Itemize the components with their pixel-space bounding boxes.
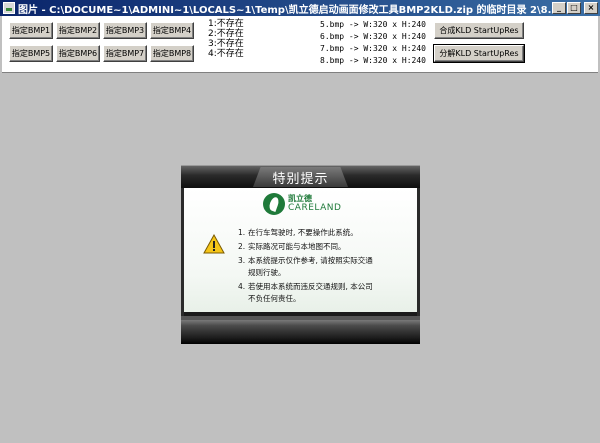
- bmp-status-list: 1:不存在 2:不存在 3:不存在 4:不存在: [208, 19, 244, 59]
- tip-item: 1. 在行车驾驶时, 不要操作此系统。: [238, 228, 358, 237]
- minimize-button[interactable]: _: [552, 2, 566, 14]
- select-bmp3-button[interactable]: 指定BMP3: [103, 22, 147, 39]
- select-bmp5-button[interactable]: 指定BMP5: [9, 45, 53, 62]
- logo-english-text: CARELAND: [288, 203, 342, 213]
- bmp-size-list: 5.bmp -> W:320 x H:240 6.bmp -> W:320 x …: [320, 19, 426, 67]
- window-title: 图片 - C:\DOCUME~1\ADMINI~1\LOCALS~1\Temp\…: [18, 4, 551, 16]
- toolbar-panel: 指定BMP1 指定BMP2 指定BMP3 指定BMP4 指定BMP5 指定BMP…: [2, 16, 598, 73]
- tip-item: 3. 本系统提示仅作参考, 请按照实际交通 规则行驶。: [238, 256, 373, 277]
- warning-icon: [203, 234, 225, 254]
- splash-header: 特别提示: [181, 165, 420, 188]
- bmp-size-6: 6.bmp -> W:320 x H:240: [320, 32, 426, 41]
- split-kld-button[interactable]: 分解KLD StartUpRes: [433, 44, 525, 63]
- maximize-button[interactable]: □: [567, 2, 581, 14]
- bmp-status-4: 4:不存在: [208, 49, 244, 59]
- bmp-status-3: 3:不存在: [208, 39, 244, 49]
- bmp-status-1: 1:不存在: [208, 19, 244, 29]
- splash-right-edge: [417, 188, 420, 316]
- bmp-status-2: 2:不存在: [208, 29, 244, 39]
- splash-title: 特别提示: [272, 172, 329, 187]
- careland-logo: 凯立德 CARELAND: [263, 193, 343, 215]
- tip-item: 2. 实际路况可能与本地图不同。: [238, 242, 346, 251]
- window-controls: _ □ ×: [551, 2, 598, 14]
- bmp-size-7: 7.bmp -> W:320 x H:240: [320, 44, 426, 53]
- select-bmp7-button[interactable]: 指定BMP7: [103, 45, 147, 62]
- select-bmp2-button[interactable]: 指定BMP2: [56, 22, 100, 39]
- title-bar[interactable]: 图片 - C:\DOCUME~1\ADMINI~1\LOCALS~1\Temp\…: [0, 0, 600, 16]
- bmp-size-8: 8.bmp -> W:320 x H:240: [320, 56, 426, 65]
- merge-kld-button[interactable]: 合成KLD StartUpRes: [434, 22, 524, 39]
- splash-image: 特别提示 凯立德 CARELAND 1. 在行车驾驶时, 不要操作此系统。 2. 实…: [181, 165, 420, 344]
- select-bmp6-button[interactable]: 指定BMP6: [56, 45, 100, 62]
- select-bmp1-button[interactable]: 指定BMP1: [9, 22, 53, 39]
- close-button[interactable]: ×: [584, 2, 598, 14]
- splash-footer: [181, 316, 420, 344]
- tip-item: 4. 若使用本系统而违反交通规则, 本公司 不负任何责任。: [238, 282, 373, 303]
- careland-logo-icon: [263, 193, 285, 215]
- splash-body: 凯立德 CARELAND 1. 在行车驾驶时, 不要操作此系统。 2. 实际路况可能…: [184, 188, 417, 312]
- tips-list: 1. 在行车驾驶时, 不要操作此系统。 2. 实际路况可能与本地图不同。 3. 本系统…: [238, 227, 414, 307]
- select-bmp8-button[interactable]: 指定BMP8: [150, 45, 194, 62]
- select-bmp4-button[interactable]: 指定BMP4: [150, 22, 194, 39]
- app-icon[interactable]: [3, 2, 15, 14]
- bmp-size-5: 5.bmp -> W:320 x H:240: [320, 20, 426, 29]
